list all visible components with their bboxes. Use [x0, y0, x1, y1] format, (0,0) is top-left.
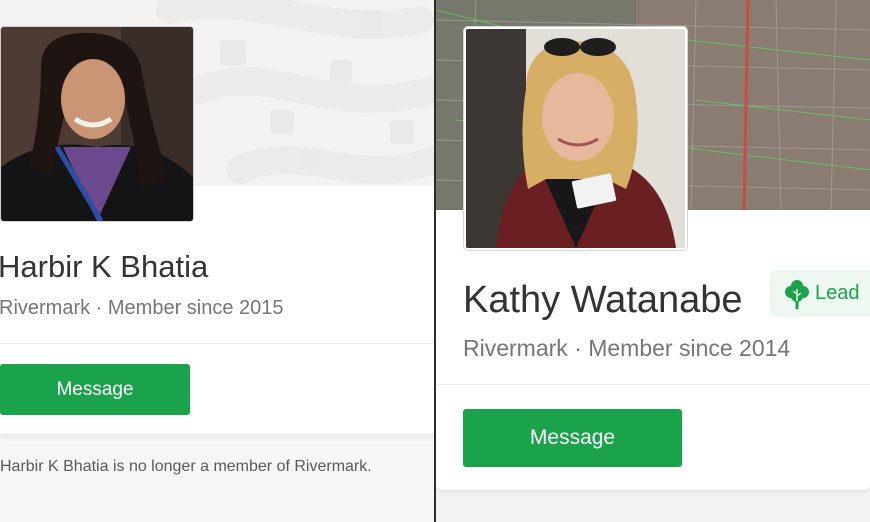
right-profile-name: Kathy Watanabe [463, 279, 743, 321]
left-avatar[interactable] [0, 26, 194, 222]
left-profile-name: Harbir K Bhatia [0, 249, 209, 284]
right-avatar-photo [466, 29, 685, 248]
right-divider [436, 384, 870, 385]
left-profile-subtitle: Rivermark · Member since 2015 [0, 297, 284, 319]
left-status-note: Harbir K Bhatia is no longer a member of… [0, 458, 372, 475]
lead-badge: Lead [770, 270, 870, 317]
tree-icon [784, 279, 810, 309]
left-profile-panel: Harbir K Bhatia Rivermark · Member since… [0, 0, 434, 522]
lead-badge-label: Lead [815, 282, 860, 304]
right-avatar[interactable] [464, 27, 687, 250]
left-message-button[interactable]: Message [0, 364, 190, 415]
right-message-button[interactable]: Message [463, 409, 682, 467]
right-profile-subtitle: Rivermark · Member since 2014 [463, 335, 791, 361]
left-divider [0, 343, 434, 344]
left-avatar-photo [1, 27, 193, 221]
right-profile-panel: Kathy Watanabe Lead Rivermark · Member s… [436, 0, 870, 522]
